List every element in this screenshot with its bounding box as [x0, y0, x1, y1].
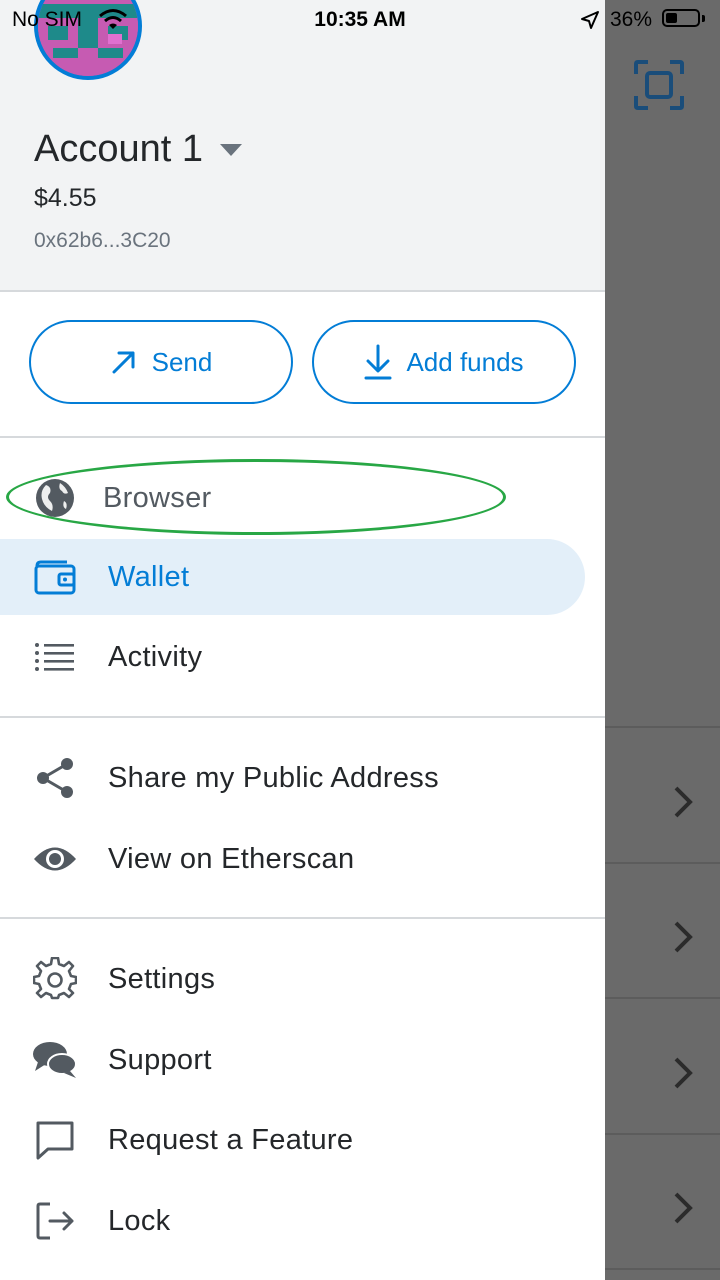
divider — [0, 716, 605, 718]
status-bar: No SIM 10:35 AM 36% — [0, 0, 720, 40]
gear-icon — [30, 954, 80, 1004]
send-label: Send — [151, 346, 213, 377]
menu-item-label: Request a Feature — [108, 1123, 354, 1156]
background-divider — [605, 862, 720, 864]
list-icon — [30, 632, 80, 682]
chevron-right-icon[interactable] — [668, 917, 698, 957]
add-funds-button[interactable]: Add funds — [312, 320, 576, 404]
divider — [0, 917, 605, 919]
menu-item-label: Browser — [103, 481, 212, 514]
menu-item-label: Share my Public Address — [108, 761, 439, 794]
message-square-icon — [30, 1115, 80, 1165]
menu-item-share-address[interactable]: Share my Public Address — [0, 740, 605, 816]
add-funds-label: Add funds — [406, 346, 524, 377]
account-address[interactable]: 0x62b6...3C20 — [34, 229, 171, 253]
background-divider — [605, 997, 720, 999]
logout-icon — [30, 1196, 80, 1246]
eye-icon — [30, 834, 80, 884]
location-arrow-icon — [581, 11, 599, 29]
battery-icon — [662, 9, 700, 27]
chat-bubbles-icon — [30, 1035, 80, 1085]
navigation-drawer: Account 1 $4.55 0x62b6...3C20 Send Add f… — [0, 0, 605, 1280]
menu-item-etherscan[interactable]: View on Etherscan — [0, 821, 605, 897]
menu-item-settings[interactable]: Settings — [0, 941, 605, 1017]
chevron-right-icon[interactable] — [668, 1188, 698, 1228]
share-icon — [30, 753, 80, 803]
scan-icon[interactable] — [632, 58, 686, 112]
wallet-icon — [30, 552, 80, 602]
menu-item-label: Support — [108, 1043, 212, 1076]
background-app — [605, 0, 720, 1280]
account-header: Account 1 $4.55 0x62b6...3C20 — [0, 0, 605, 292]
menu-item-label: View on Etherscan — [108, 842, 355, 875]
menu-item-label: Settings — [108, 962, 216, 995]
background-divider — [605, 1133, 720, 1135]
menu-item-request-feature[interactable]: Request a Feature — [0, 1102, 605, 1178]
chevron-right-icon[interactable] — [668, 1053, 698, 1093]
menu-item-support[interactable]: Support — [0, 1022, 605, 1098]
menu-item-label: Wallet — [108, 560, 190, 593]
battery-percent: 36% — [610, 8, 653, 31]
menu-item-lock[interactable]: Lock — [0, 1183, 605, 1259]
menu-item-label: Lock — [108, 1204, 171, 1237]
menu-item-label: Activity — [108, 640, 203, 673]
caret-down-icon[interactable] — [220, 144, 242, 156]
background-divider — [605, 1268, 720, 1270]
chevron-right-icon[interactable] — [668, 782, 698, 822]
arrow-up-right-icon — [112, 351, 135, 374]
battery-level — [666, 13, 677, 23]
menu-item-activity[interactable]: Activity — [0, 619, 605, 695]
divider — [0, 436, 605, 438]
download-icon — [364, 344, 392, 380]
send-button[interactable]: Send — [29, 320, 293, 404]
menu-item-browser[interactable]: Browser — [0, 460, 605, 536]
globe-icon — [30, 473, 80, 523]
menu-item-wallet[interactable]: Wallet — [0, 539, 585, 615]
battery-tip — [702, 15, 705, 22]
background-divider — [605, 726, 720, 728]
account-name[interactable]: Account 1 — [34, 128, 203, 171]
account-balance: $4.55 — [34, 184, 97, 212]
